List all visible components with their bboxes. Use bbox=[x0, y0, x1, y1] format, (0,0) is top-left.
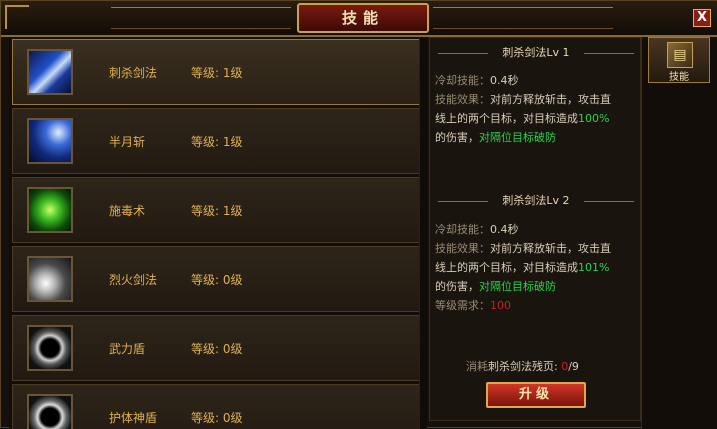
next-effect: 技能效果：对前方释放斩击，攻击直 线上的两个目标，对目标造成101% 的伤害，对… bbox=[435, 242, 611, 293]
close-button[interactable]: X bbox=[693, 9, 711, 27]
window-title: 技能 bbox=[297, 3, 429, 33]
corner-ornament bbox=[5, 5, 29, 29]
title-ornament-right bbox=[433, 7, 613, 29]
current-cooldown: 冷却技能：0.4秒 bbox=[435, 74, 519, 87]
side-tabs: ▤ 技能 bbox=[641, 37, 717, 429]
skill-row[interactable]: 施毒术 等级: 1级 bbox=[12, 177, 424, 243]
skill-level: 等级: 1级 bbox=[191, 66, 243, 80]
skill-row[interactable]: 烈火剑法 等级: 0级 bbox=[12, 246, 424, 312]
skill-row[interactable]: 刺杀剑法 等级: 1级 bbox=[12, 39, 424, 105]
title-bar: 技能 X bbox=[1, 1, 717, 37]
skill-level: 等级: 0级 bbox=[191, 411, 243, 425]
upgrade-button[interactable]: 升级 bbox=[486, 382, 586, 408]
skill-name: 施毒术 bbox=[109, 204, 146, 218]
current-level-header: 刺杀剑法Lv 1 bbox=[438, 44, 634, 62]
skill-row[interactable]: 武力盾 等级: 0级 bbox=[12, 315, 424, 381]
sword-thrust-icon bbox=[27, 49, 73, 95]
skill-name: 刺杀剑法 bbox=[109, 66, 158, 80]
skill-name: 武力盾 bbox=[109, 342, 146, 356]
skill-level: 等级: 0级 bbox=[191, 273, 243, 287]
skill-list: 刺杀剑法 等级: 1级 半月斩 等级: 1级 施毒术 等级: 1级 烈火剑法 等… bbox=[9, 37, 427, 429]
skill-window: 技能 X 刺杀剑法 等级: 1级 半月斩 等级: 1级 施毒术 等级: 1级 烈… bbox=[0, 0, 717, 429]
skill-row[interactable]: 护体神盾 等级: 0级 bbox=[12, 384, 424, 429]
tab-skills-label: 技能 bbox=[669, 72, 689, 83]
half-moon-slash-icon bbox=[27, 118, 73, 164]
title-ornament-left bbox=[111, 7, 291, 29]
skill-name: 烈火剑法 bbox=[109, 273, 158, 287]
next-level-header: 刺杀剑法Lv 2 bbox=[438, 192, 634, 210]
skill-book-icon: ▤ bbox=[667, 42, 693, 68]
skill-level: 等级: 0级 bbox=[191, 342, 243, 356]
skill-name: 半月斩 bbox=[109, 135, 146, 149]
next-cooldown: 冷却技能：0.4秒 bbox=[435, 223, 519, 236]
skill-detail-panel: 刺杀剑法Lv 1 冷却技能：0.4秒 技能效果：对前方释放斩击，攻击直 线上的两… bbox=[429, 37, 641, 421]
skill-row[interactable]: 半月斩 等级: 1级 bbox=[12, 108, 424, 174]
tab-skills[interactable]: ▤ 技能 bbox=[648, 37, 710, 83]
current-effect: 技能效果：对前方释放斩击，攻击直 线上的两个目标，对目标造成100% 的伤害，对… bbox=[435, 93, 611, 144]
skill-name: 护体神盾 bbox=[109, 411, 158, 425]
poison-skull-icon bbox=[27, 187, 73, 233]
level-requirement: 等级需求：100 bbox=[435, 299, 511, 312]
list-scrollbar[interactable] bbox=[419, 37, 427, 429]
guardian-shield-icon bbox=[27, 394, 73, 429]
skill-level: 等级: 1级 bbox=[191, 135, 243, 149]
force-shield-icon bbox=[27, 325, 73, 371]
upgrade-cost: 消耗刺杀剑法残页: 0/9 bbox=[466, 360, 579, 373]
skill-level: 等级: 1级 bbox=[191, 204, 243, 218]
fire-sword-icon bbox=[27, 256, 73, 302]
